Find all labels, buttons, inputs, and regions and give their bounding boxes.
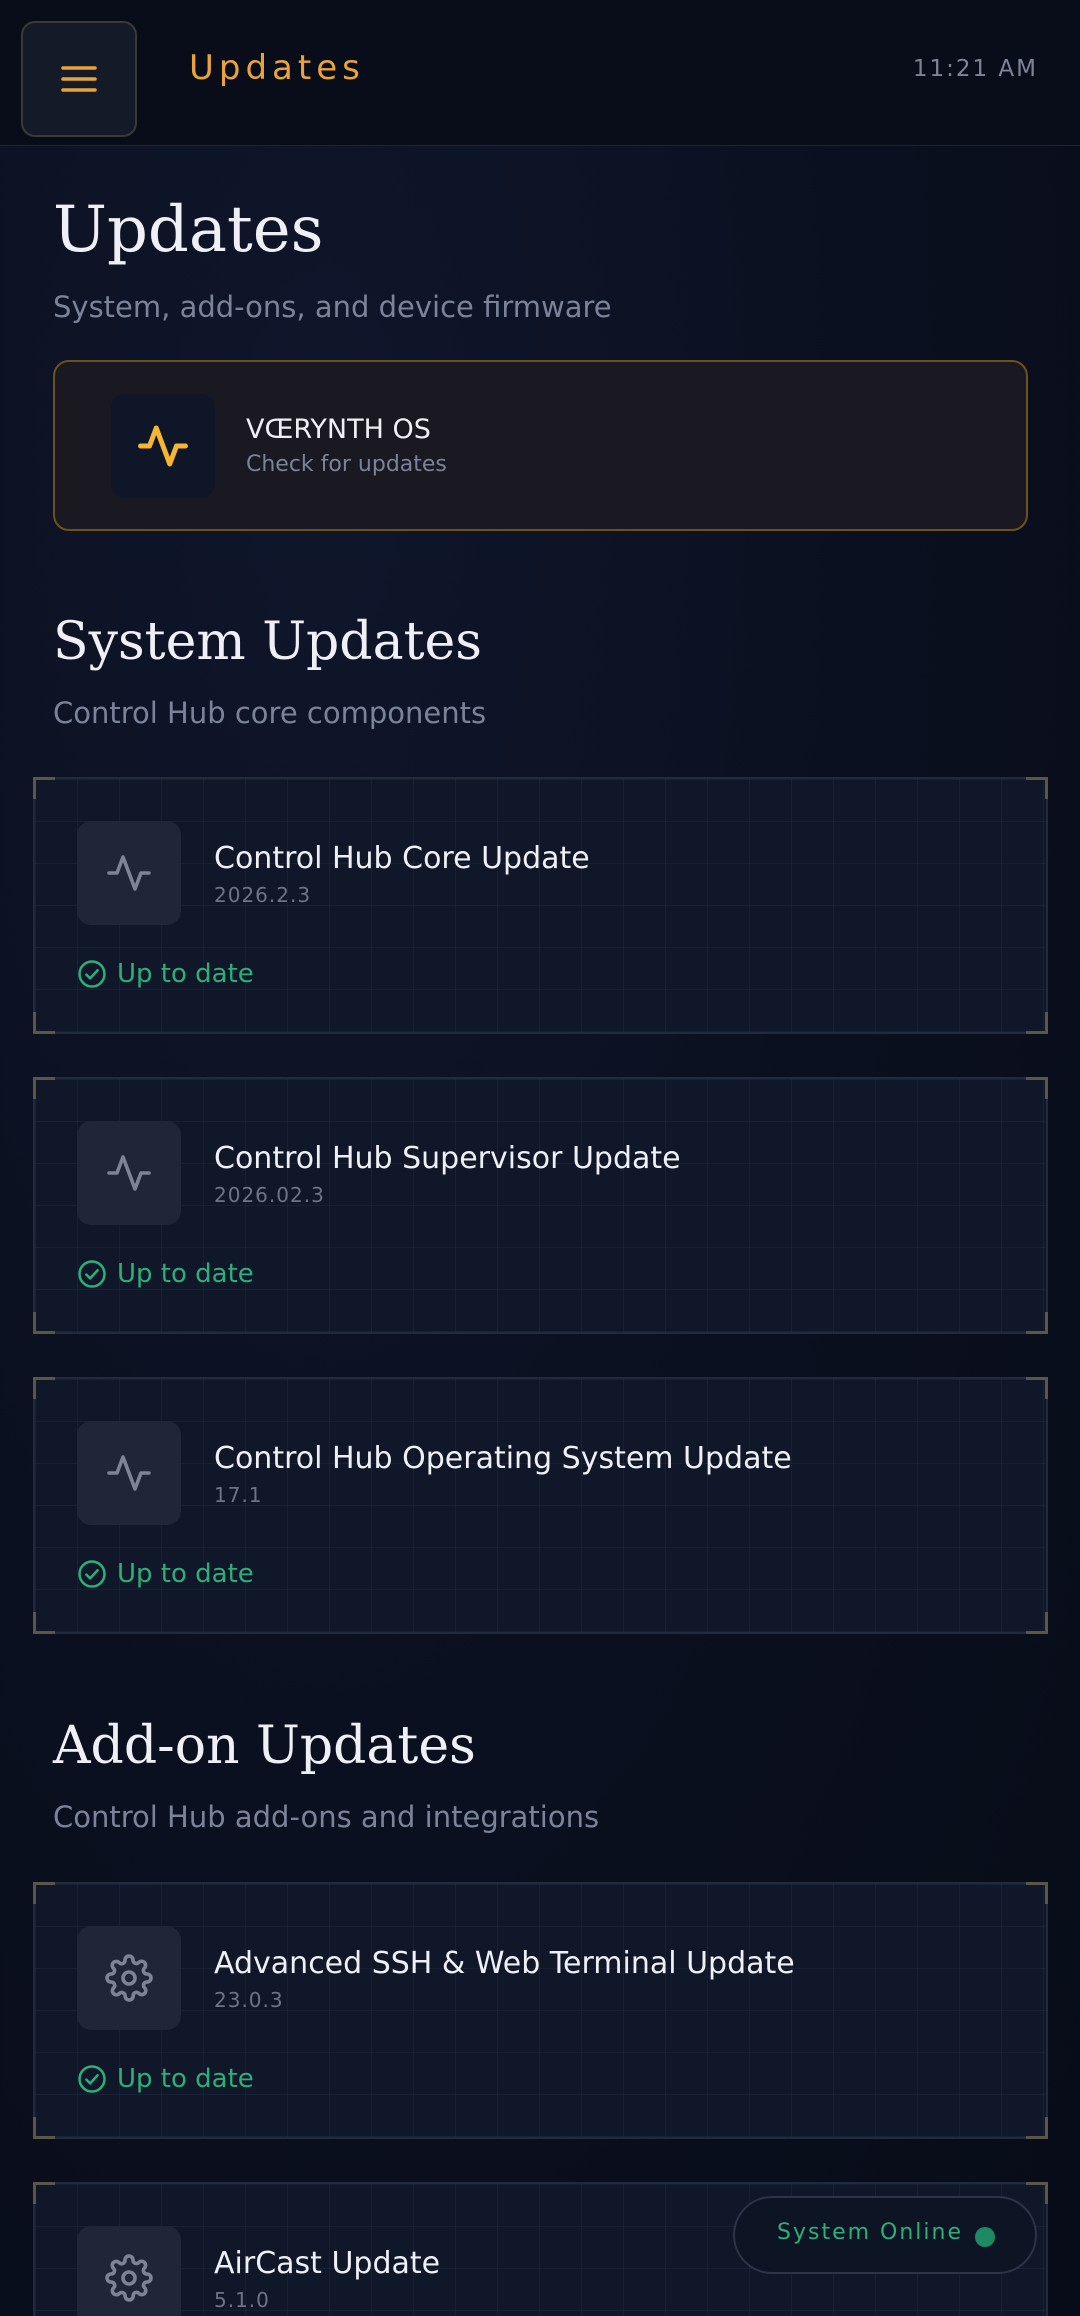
update-version: 2026.2.3 — [214, 883, 312, 907]
update-title: Control Hub Core Update — [214, 841, 590, 876]
pulse-icon — [107, 1155, 151, 1191]
os-update-card[interactable]: VŒRYNTH OS Check for updates — [53, 360, 1028, 531]
update-card-core[interactable]: Control Hub Core Update 2026.2.3 Up to d… — [33, 777, 1048, 1034]
check-circle-icon — [78, 1560, 106, 1588]
card-icon-tile — [77, 1926, 181, 2030]
addon-updates-subtitle: Control Hub add-ons and integrations — [53, 1800, 600, 1834]
update-card-os[interactable]: Control Hub Operating System Update 17.1… — [33, 1377, 1048, 1634]
update-title: Control Hub Supervisor Update — [214, 1141, 681, 1176]
status-badge: Up to date — [77, 959, 254, 989]
card-icon-tile — [77, 2226, 181, 2316]
card-icon-tile — [77, 1121, 181, 1225]
top-bar-title: Updates — [189, 48, 365, 88]
status-text: Up to date — [117, 2064, 254, 2094]
system-updates-subtitle: Control Hub core components — [53, 696, 487, 730]
top-bar: Updates 11:21 AM — [0, 0, 1080, 146]
gear-icon — [105, 1954, 153, 2002]
update-title: AirCast Update — [214, 2246, 441, 2281]
update-title: Control Hub Operating System Update — [214, 1441, 792, 1476]
pulse-icon — [138, 425, 188, 467]
system-online-label: System Online — [777, 2220, 963, 2245]
hamburger-icon — [61, 66, 97, 92]
status-badge: Up to date — [77, 1259, 254, 1289]
update-version: 2026.02.3 — [214, 1183, 325, 1207]
page-title: Updates — [53, 193, 324, 267]
os-check-for-updates: Check for updates — [246, 452, 447, 477]
check-circle-icon — [78, 960, 106, 988]
os-icon-tile — [111, 394, 215, 498]
page-subtitle: System, add-ons, and device firmware — [53, 290, 612, 324]
addon-updates-heading: Add-on Updates — [53, 1716, 476, 1776]
status-text: Up to date — [117, 1259, 254, 1289]
status-text: Up to date — [117, 959, 254, 989]
system-online-pill[interactable]: System Online — [733, 2196, 1037, 2274]
status-text: Up to date — [117, 1559, 254, 1589]
card-icon-tile — [77, 1421, 181, 1525]
update-card-supervisor[interactable]: Control Hub Supervisor Update 2026.02.3 … — [33, 1077, 1048, 1334]
system-updates-heading: System Updates — [53, 612, 482, 672]
status-badge: Up to date — [77, 1559, 254, 1589]
gear-icon — [105, 2254, 153, 2302]
online-status-dot — [975, 2227, 995, 2247]
status-badge: Up to date — [77, 2064, 254, 2094]
clock: 11:21 AM — [912, 56, 1038, 82]
update-title: Advanced SSH & Web Terminal Update — [214, 1946, 795, 1981]
os-name: VŒRYNTH OS — [246, 414, 431, 445]
update-card-ssh[interactable]: Advanced SSH & Web Terminal Update 23.0.… — [33, 1882, 1048, 2139]
menu-button[interactable] — [21, 21, 137, 137]
check-circle-icon — [78, 2065, 106, 2093]
pulse-icon — [107, 855, 151, 891]
pulse-icon — [107, 1455, 151, 1491]
update-version: 5.1.0 — [214, 2288, 270, 2312]
update-version: 23.0.3 — [214, 1988, 284, 2012]
card-icon-tile — [77, 821, 181, 925]
update-version: 17.1 — [214, 1483, 263, 1507]
check-circle-icon — [78, 1260, 106, 1288]
